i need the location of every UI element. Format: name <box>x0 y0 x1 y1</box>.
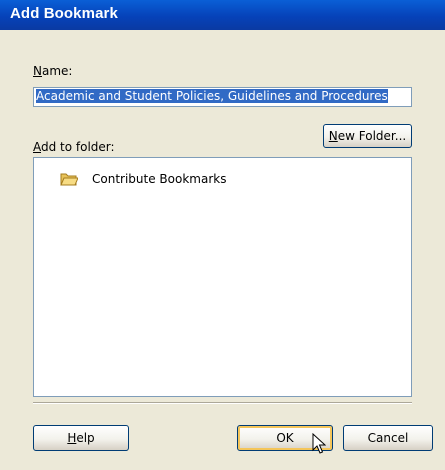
divider <box>33 402 412 404</box>
title-bar[interactable]: Add Bookmark <box>0 0 445 30</box>
folder-tree[interactable]: Contribute Bookmarks <box>33 157 412 397</box>
new-folder-button[interactable]: New Folder... <box>323 124 412 148</box>
window-title: Add Bookmark <box>10 5 118 22</box>
folder-item-label: Contribute Bookmarks <box>92 172 227 186</box>
name-label: Name: <box>33 64 73 78</box>
mouse-pointer-icon <box>312 433 326 454</box>
folder-open-icon <box>60 173 78 186</box>
folder-item-contribute-bookmarks[interactable]: Contribute Bookmarks <box>60 170 226 188</box>
add-to-folder-label: Add to folder: <box>33 140 115 154</box>
name-input-value: Academic and Student Policies, Guideline… <box>36 89 388 103</box>
name-input[interactable]: Academic and Student Policies, Guideline… <box>33 87 412 107</box>
help-button[interactable]: Help <box>33 425 129 451</box>
cancel-button[interactable]: Cancel <box>343 425 433 451</box>
